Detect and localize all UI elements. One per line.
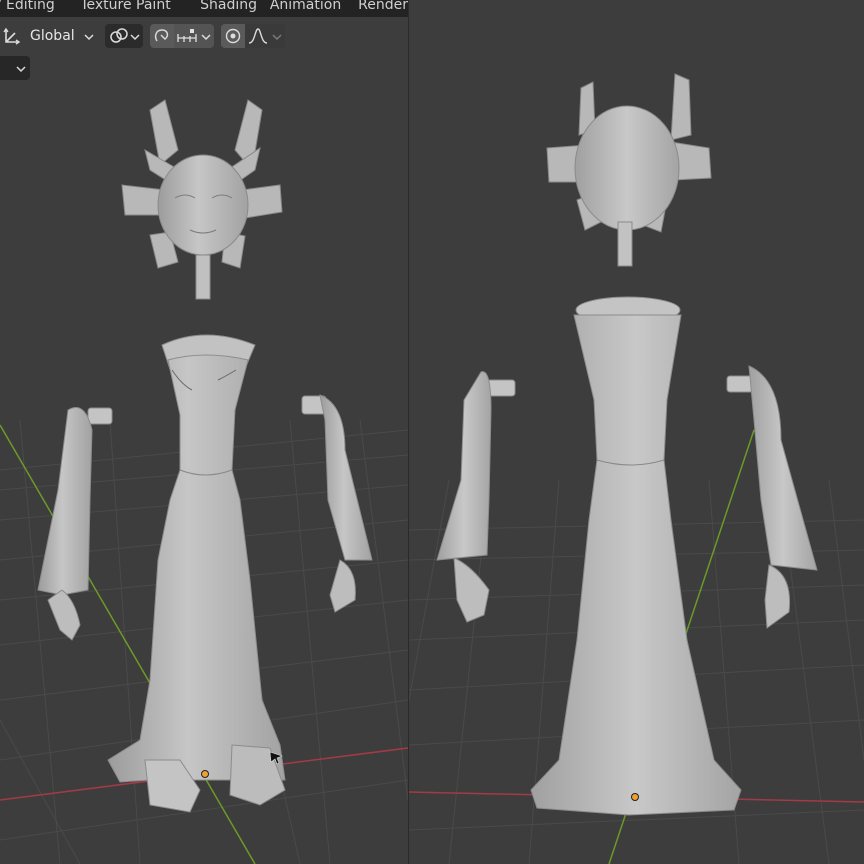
model-head-left xyxy=(121,99,283,300)
viewport-left[interactable]: V Editing Texture Paint Shading Animatio… xyxy=(0,0,408,864)
model-head-right xyxy=(546,73,712,267)
viewport-header: Global xyxy=(0,20,408,52)
tab-shading[interactable]: Shading xyxy=(200,0,270,14)
orientation-value: Global xyxy=(30,28,75,44)
tab-animation[interactable]: Animation xyxy=(270,0,358,14)
viewport-right[interactable] xyxy=(409,0,864,864)
transform-orientation-icon xyxy=(3,27,21,45)
proportional-edit-toggle[interactable] xyxy=(221,24,245,48)
chevron-down-icon xyxy=(130,34,140,41)
pivot-point-button[interactable] xyxy=(105,24,143,48)
viewport-left-scene[interactable] xyxy=(0,0,408,864)
mode-dropdown[interactable] xyxy=(0,56,30,80)
orientation-dropdown[interactable]: Global xyxy=(24,24,98,48)
origin-point-left xyxy=(201,770,209,778)
chevron-down-icon xyxy=(201,34,211,41)
snap-increment-icon xyxy=(177,29,197,42)
proportional-edit-icon xyxy=(225,28,241,44)
snap-toggle[interactable] xyxy=(150,24,174,48)
tab-render[interactable]: Render xyxy=(358,0,408,14)
tab-uv-editing[interactable]: V Editing xyxy=(0,0,80,14)
chevron-down-icon xyxy=(16,66,26,73)
viewport-right-scene[interactable] xyxy=(409,0,864,864)
chevron-down-icon xyxy=(272,34,282,41)
tab-texture-paint[interactable]: Texture Paint xyxy=(80,0,200,14)
falloff-dropdown[interactable] xyxy=(245,24,285,48)
chevron-down-icon xyxy=(84,34,94,41)
pivot-point-icon xyxy=(110,28,128,43)
model-body-right xyxy=(530,296,742,816)
snap-target-dropdown[interactable] xyxy=(174,24,214,48)
workspace-tab-bar: V Editing Texture Paint Shading Animatio… xyxy=(0,0,408,17)
falloff-curve-icon xyxy=(248,28,268,44)
origin-point-right xyxy=(631,793,639,801)
snap-magnet-icon xyxy=(154,29,169,42)
